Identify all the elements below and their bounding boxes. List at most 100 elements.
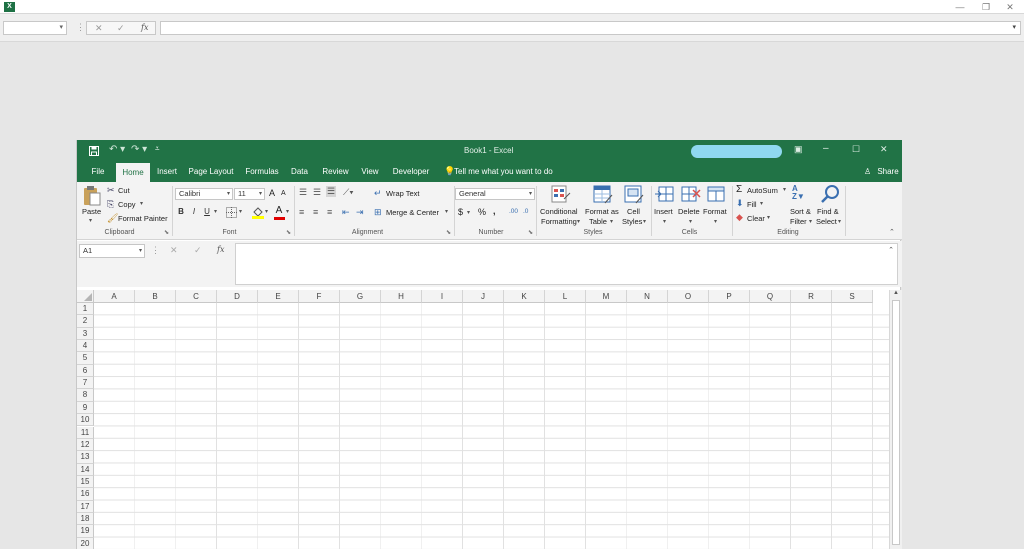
row-header[interactable]: 5	[77, 352, 94, 365]
bottom-align-icon[interactable]: ☰	[326, 186, 337, 197]
tell-me-search[interactable]: Tell me what you want to do	[454, 162, 554, 182]
column-header[interactable]: A	[94, 290, 135, 303]
delete-dropdown-icon[interactable]: ▾	[689, 218, 692, 225]
column-header[interactable]: F	[299, 290, 340, 303]
row-header[interactable]: 16	[77, 488, 94, 501]
font-launcher-icon[interactable]: ⬊	[286, 229, 291, 236]
find-select-label-1[interactable]: Find &	[817, 207, 839, 216]
column-header[interactable]: N	[627, 290, 668, 303]
tab-developer[interactable]: Developer	[387, 162, 435, 182]
align-left-icon[interactable]: ≡	[299, 207, 304, 217]
column-header[interactable]: S	[832, 290, 873, 303]
select-all-button[interactable]	[77, 290, 94, 303]
insert-dropdown-icon[interactable]: ▾	[663, 218, 666, 225]
column-header[interactable]: R	[791, 290, 832, 303]
number-format-select[interactable]: General ▾	[455, 188, 535, 200]
tab-view[interactable]: View	[358, 162, 382, 182]
column-header[interactable]: J	[463, 290, 504, 303]
fill-dropdown-icon[interactable]: ▾	[760, 200, 763, 207]
restore-icon[interactable]: ☐	[852, 144, 860, 155]
autosum-dropdown-icon[interactable]: ▾	[783, 186, 786, 193]
italic-button[interactable]: I	[188, 206, 200, 218]
alignment-launcher-icon[interactable]: ⬊	[446, 229, 451, 236]
column-header[interactable]: H	[381, 290, 422, 303]
decrease-indent-icon[interactable]: ⇤	[342, 207, 350, 218]
borders-icon[interactable]	[226, 207, 237, 218]
outer-close-button[interactable]: ✕	[996, 0, 1024, 14]
vertical-scrollbar[interactable]: ▲	[889, 290, 902, 549]
row-header[interactable]: 1	[77, 303, 94, 316]
outer-formula-input[interactable]: ▾	[160, 21, 1021, 35]
copy-dropdown-icon[interactable]: ▾	[140, 200, 143, 207]
fx-icon[interactable]: fx	[141, 23, 148, 32]
conditional-formatting-label-2[interactable]: Formatting	[541, 217, 577, 226]
undo-icon[interactable]: ↶ ▾	[109, 144, 125, 155]
share-person-icon[interactable]: ♙	[864, 167, 871, 176]
font-name-select[interactable]: Calibri ▾	[175, 188, 233, 200]
align-center-icon[interactable]: ≡	[313, 207, 318, 217]
column-header[interactable]: E	[258, 290, 299, 303]
percent-button[interactable]: %	[478, 207, 486, 217]
find-select-label-2[interactable]: Select	[816, 217, 837, 226]
tab-data[interactable]: Data	[287, 162, 312, 182]
font-size-select[interactable]: 11 ▾	[234, 188, 265, 200]
minimize-icon[interactable]: –	[823, 143, 829, 154]
tab-home[interactable]: Home	[116, 163, 150, 182]
row-header[interactable]: 18	[77, 512, 94, 526]
clear-button[interactable]: Clear	[747, 214, 765, 223]
cell-area[interactable]	[94, 303, 889, 549]
formula-input[interactable]: ⌃	[235, 243, 898, 285]
tab-file[interactable]: File	[82, 162, 114, 182]
fill-color-icon[interactable]	[252, 206, 264, 219]
middle-align-icon[interactable]: ☰	[313, 187, 321, 198]
currency-dropdown-icon[interactable]: ▾	[467, 209, 470, 216]
font-color-button[interactable]: A	[273, 205, 285, 217]
customize-qat-icon[interactable]: ⩡	[155, 144, 160, 154]
row-header[interactable]: 10	[77, 414, 94, 427]
format-cells-button[interactable]: Format	[703, 207, 727, 216]
row-header[interactable]: 15	[77, 475, 94, 489]
align-right-icon[interactable]: ≡	[327, 207, 332, 217]
expand-formula-icon[interactable]: ▾	[1012, 23, 1016, 31]
redo-icon[interactable]: ↷ ▾	[131, 144, 147, 155]
font-color-dropdown-icon[interactable]: ▾	[286, 208, 289, 215]
clipboard-launcher-icon[interactable]: ⬊	[164, 229, 169, 236]
column-header[interactable]: D	[217, 290, 258, 303]
column-header[interactable]: O	[668, 290, 709, 303]
orientation-icon[interactable]: ⟋▾	[343, 187, 354, 198]
row-header[interactable]: 19	[77, 525, 94, 538]
currency-button[interactable]: $	[458, 207, 463, 217]
wrap-text-button[interactable]: Wrap Text	[386, 189, 420, 198]
name-box[interactable]: A1 ▾	[79, 244, 145, 258]
save-icon[interactable]	[89, 146, 99, 156]
fill-button[interactable]: Fill	[747, 200, 757, 209]
cut-button[interactable]: Cut	[118, 186, 130, 195]
fx-icon[interactable]: fx	[217, 245, 224, 254]
insert-cells-button[interactable]: Insert	[654, 207, 673, 216]
conditional-dropdown-icon[interactable]: ▾	[577, 218, 580, 225]
column-header[interactable]: C	[176, 290, 217, 303]
row-header[interactable]: 13	[77, 451, 94, 464]
outer-name-box[interactable]: ▾	[3, 21, 67, 35]
tab-insert[interactable]: Insert	[153, 162, 181, 182]
merge-center-button[interactable]: Merge & Center	[386, 208, 439, 217]
sort-filter-label-2[interactable]: Filter	[790, 217, 807, 226]
format-dropdown-icon[interactable]: ▾	[714, 218, 717, 225]
enter-icon[interactable]: ✓	[194, 245, 202, 256]
sort-dropdown-icon[interactable]: ▾	[809, 218, 812, 225]
column-header[interactable]: B	[135, 290, 176, 303]
cancel-icon[interactable]: ✕	[95, 23, 103, 34]
clear-dropdown-icon[interactable]: ▾	[767, 214, 770, 221]
underline-dropdown-icon[interactable]: ▾	[214, 208, 217, 215]
find-dropdown-icon[interactable]: ▾	[838, 218, 841, 225]
cancel-icon[interactable]: ✕	[170, 245, 178, 256]
column-header[interactable]: K	[504, 290, 545, 303]
delete-cells-button[interactable]: Delete	[678, 207, 700, 216]
outer-minimize-button[interactable]: —	[946, 0, 974, 14]
cell-styles-dropdown-icon[interactable]: ▾	[643, 218, 646, 225]
paste-icon[interactable]	[83, 185, 101, 206]
column-header[interactable]: Q	[750, 290, 791, 303]
row-header[interactable]: 6	[77, 364, 94, 378]
share-button[interactable]: Share	[876, 162, 900, 182]
column-header[interactable]: I	[422, 290, 463, 303]
